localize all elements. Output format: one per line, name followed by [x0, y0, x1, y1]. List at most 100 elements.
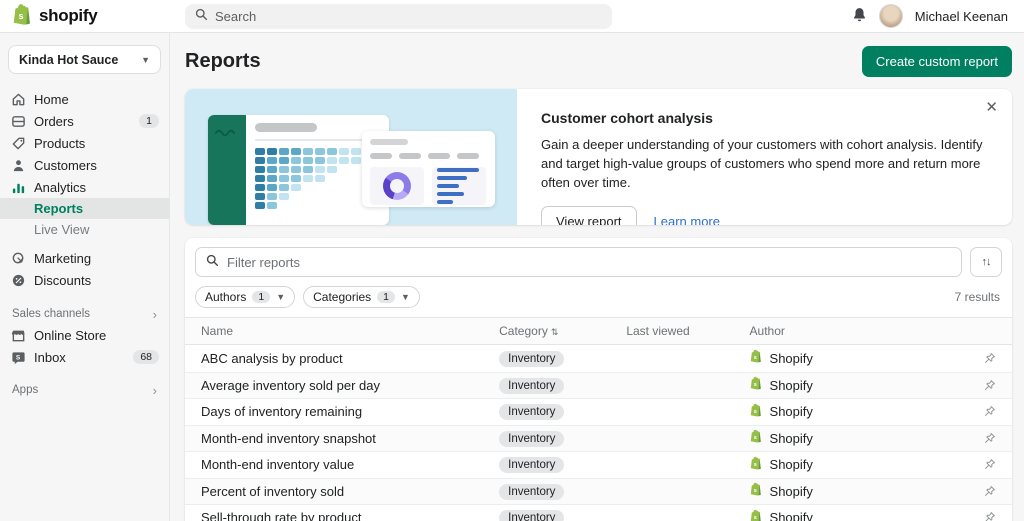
user-name[interactable]: Michael Keenan	[915, 9, 1008, 24]
table-row[interactable]: Percent of inventory soldInventorysShopi…	[185, 478, 1012, 505]
author-name: Shopify	[770, 404, 813, 419]
cohort-illustration	[185, 89, 517, 225]
report-name[interactable]: Percent of inventory sold	[201, 484, 499, 499]
search-icon	[206, 254, 219, 270]
sidebar-item-orders[interactable]: Orders 1	[0, 110, 169, 132]
sidebar-item-label: Analytics	[34, 180, 86, 195]
shopify-bag-icon: s	[750, 509, 763, 521]
svg-text:s: s	[19, 10, 24, 20]
chevron-down-icon: ▼	[401, 292, 410, 302]
sort-arrows-icon: ⇅	[551, 327, 559, 337]
table-row[interactable]: Average inventory sold per dayInventorys…	[185, 372, 1012, 399]
customers-icon	[10, 157, 26, 173]
pin-icon[interactable]	[983, 352, 996, 365]
notification-bell-icon[interactable]	[852, 7, 867, 26]
sidebar-item-live-view[interactable]: Live View	[0, 219, 169, 240]
shopify-bag-icon: s	[750, 376, 763, 394]
authors-count-badge: 1	[252, 291, 270, 303]
table-row[interactable]: Sell-through rate by productInventorysSh…	[185, 504, 1012, 521]
sidebar-item-discounts[interactable]: Discounts	[0, 269, 169, 291]
shopify-bag-icon: s	[750, 429, 763, 447]
table-row[interactable]: Month-end inventory valueInventorysShopi…	[185, 451, 1012, 478]
categories-filter-chip[interactable]: Categories 1 ▼	[303, 286, 420, 308]
sidebar-item-label: Inbox	[34, 350, 66, 365]
sidebar-item-label: Reports	[34, 201, 83, 216]
online-store-icon	[10, 327, 26, 343]
discounts-icon	[10, 272, 26, 288]
table-body: ABC analysis by productInventorysShopify…	[185, 345, 1012, 521]
sidebar-item-label: Marketing	[34, 251, 91, 266]
illustration-sidebar	[208, 115, 246, 225]
sort-button[interactable]: ↑↓	[970, 247, 1002, 277]
author-name: Shopify	[770, 510, 813, 521]
orders-icon	[10, 113, 26, 129]
report-name[interactable]: Average inventory sold per day	[201, 378, 499, 393]
shopify-bag-icon: s	[750, 349, 763, 367]
sidebar-item-home[interactable]: Home	[0, 88, 169, 110]
chevron-right-icon: ›	[153, 307, 157, 322]
topbar: s shopify Michael Keenan	[0, 0, 1024, 33]
learn-more-link[interactable]: Learn more	[654, 214, 720, 225]
report-name[interactable]: Sell-through rate by product	[201, 510, 499, 521]
sidebar: Kinda Hot Sauce ▼ Home Orders 1 Products…	[0, 33, 170, 521]
sidebar-item-products[interactable]: Products	[0, 132, 169, 154]
view-report-button[interactable]: View report	[541, 206, 637, 225]
pin-icon[interactable]	[983, 485, 996, 498]
illustration-report-card	[362, 131, 495, 207]
pin-icon[interactable]	[983, 432, 996, 445]
svg-text:s: s	[753, 462, 756, 468]
create-custom-report-button[interactable]: Create custom report	[862, 46, 1012, 77]
svg-text:s: s	[753, 435, 756, 441]
shopify-logo[interactable]: s shopify	[0, 3, 170, 30]
sidebar-item-label: Home	[34, 92, 69, 107]
sidebar-item-reports[interactable]: Reports	[0, 198, 169, 219]
categories-count-badge: 1	[377, 291, 395, 303]
pin-icon[interactable]	[983, 511, 996, 521]
pin-icon[interactable]	[983, 458, 996, 471]
report-name[interactable]: Month-end inventory value	[201, 457, 499, 472]
pin-icon[interactable]	[983, 405, 996, 418]
sidebar-item-online-store[interactable]: Online Store	[0, 324, 169, 346]
global-search-input[interactable]	[215, 9, 602, 24]
search-icon	[195, 8, 208, 24]
store-selector[interactable]: Kinda Hot Sauce ▼	[8, 45, 161, 74]
report-name[interactable]: ABC analysis by product	[201, 351, 499, 366]
sales-channels-header[interactable]: Sales channels ›	[0, 304, 169, 324]
close-icon[interactable]: ✕	[985, 100, 998, 115]
category-badge: Inventory	[499, 484, 564, 500]
home-icon	[10, 91, 26, 107]
shopify-bag-icon: s	[750, 482, 763, 500]
chip-label: Authors	[205, 290, 246, 304]
category-badge: Inventory	[499, 457, 564, 473]
svg-text:s: s	[753, 488, 756, 494]
shopify-bag-icon: s	[12, 3, 34, 30]
authors-filter-chip[interactable]: Authors 1 ▼	[195, 286, 295, 308]
pin-icon[interactable]	[983, 379, 996, 392]
sidebar-item-customers[interactable]: Customers	[0, 154, 169, 176]
global-search[interactable]	[185, 4, 612, 29]
filter-reports-input[interactable]	[227, 255, 951, 270]
filter-reports-field[interactable]	[195, 247, 962, 277]
report-name[interactable]: Days of inventory remaining	[201, 404, 499, 419]
products-tag-icon	[10, 135, 26, 151]
apps-header[interactable]: Apps ›	[0, 380, 169, 400]
donut-chart-illustration	[383, 172, 411, 200]
report-name[interactable]: Month-end inventory snapshot	[201, 431, 499, 446]
page-title: Reports	[185, 50, 261, 73]
column-header-category[interactable]: Category⇅	[499, 324, 626, 338]
column-header-name: Name	[201, 324, 499, 338]
reports-table-card: ↑↓ Authors 1 ▼ Categories 1 ▼ 7 results …	[185, 238, 1012, 521]
svg-text:s: s	[753, 409, 756, 415]
user-avatar[interactable]	[879, 4, 903, 28]
chevron-down-icon: ▼	[276, 292, 285, 302]
sidebar-item-marketing[interactable]: Marketing	[0, 247, 169, 269]
inbox-count-badge: 68	[133, 350, 159, 364]
svg-text:s: s	[753, 382, 756, 388]
sidebar-item-analytics[interactable]: Analytics	[0, 176, 169, 198]
table-row[interactable]: Days of inventory remainingInventorysSho…	[185, 398, 1012, 425]
table-row[interactable]: Month-end inventory snapshotInventorysSh…	[185, 425, 1012, 452]
sidebar-item-label: Online Store	[34, 328, 106, 343]
sidebar-item-inbox[interactable]: S Inbox 68	[0, 346, 169, 368]
table-row[interactable]: ABC analysis by productInventorysShopify	[185, 345, 1012, 372]
main-content: Reports Create custom report	[170, 33, 1024, 521]
